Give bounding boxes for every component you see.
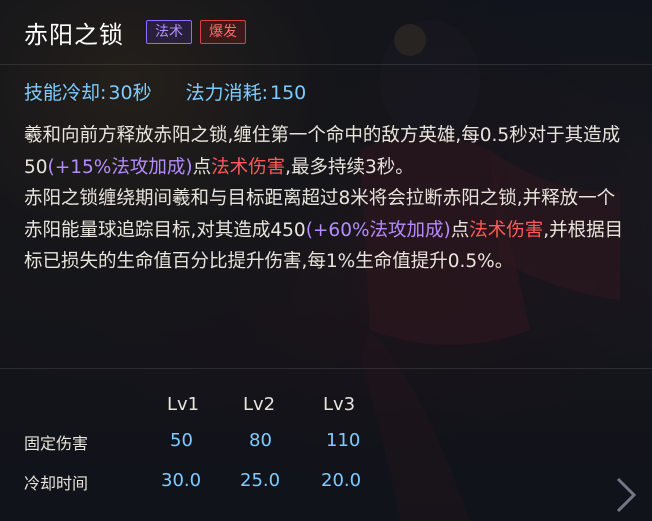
table-divider	[0, 368, 652, 369]
level-header: Lv2	[243, 394, 276, 415]
row-value: 25.0	[240, 470, 281, 491]
description-paragraph-2: 赤阳之锁缠绕期间羲和与目标距离超过8米将会拉断赤阳之锁,并释放一个赤阳能量球追踪…	[24, 183, 624, 278]
desc-text: ,最多持续3秒。	[285, 156, 414, 178]
desc-text: 点	[192, 156, 212, 178]
level-header: Lv3	[323, 394, 356, 415]
row-value: 80	[249, 430, 272, 451]
row-value: 30.0	[161, 470, 202, 491]
cooldown-stat: 技能冷却: 30秒	[24, 78, 152, 105]
tag-burst: 爆发	[200, 20, 246, 44]
tag-magic: 法术	[146, 20, 192, 44]
skill-description: 羲和向前方释放赤阳之锁,缠住第一个命中的敌方英雄,每0.5秒对于其造成50(+1…	[24, 120, 624, 278]
desc-text: 点	[450, 219, 470, 241]
cooldown-value: 30秒	[108, 82, 152, 104]
header-divider	[0, 64, 652, 65]
table-row: 冷却时间 30.0 25.0 20.0	[24, 470, 444, 498]
skill-name: 赤阳之锁	[24, 20, 124, 49]
skill-header: 赤阳之锁 法术 爆发	[24, 14, 246, 50]
skill-stats: 技能冷却: 30秒 法力消耗: 150	[24, 78, 306, 105]
row-value: 20.0	[321, 470, 362, 491]
row-label: 固定伤害	[24, 434, 89, 453]
row-value: 50	[170, 430, 193, 451]
row-label: 冷却时间	[24, 474, 89, 493]
scaling-text: (+15%法攻加成)	[47, 156, 193, 178]
mana-cost-value: 150	[270, 82, 307, 104]
damage-type-text: 法术伤害	[211, 156, 286, 178]
row-value: 110	[326, 430, 361, 451]
scaling-text: (+60%法攻加成)	[305, 219, 451, 241]
damage-type-text: 法术伤害	[469, 219, 544, 241]
mana-cost-label: 法力消耗:	[185, 82, 268, 104]
table-row: 固定伤害 50 80 110	[24, 430, 444, 458]
level-header: Lv1	[167, 394, 200, 415]
mana-cost-stat: 法力消耗: 150	[186, 78, 307, 105]
description-paragraph-1: 羲和向前方释放赤阳之锁,缠住第一个命中的敌方英雄,每0.5秒对于其造成50(+1…	[24, 120, 624, 183]
level-table-header: Lv1 Lv2 Lv3	[24, 394, 444, 418]
cooldown-label: 技能冷却:	[24, 82, 107, 104]
next-arrow-icon[interactable]	[612, 475, 640, 515]
